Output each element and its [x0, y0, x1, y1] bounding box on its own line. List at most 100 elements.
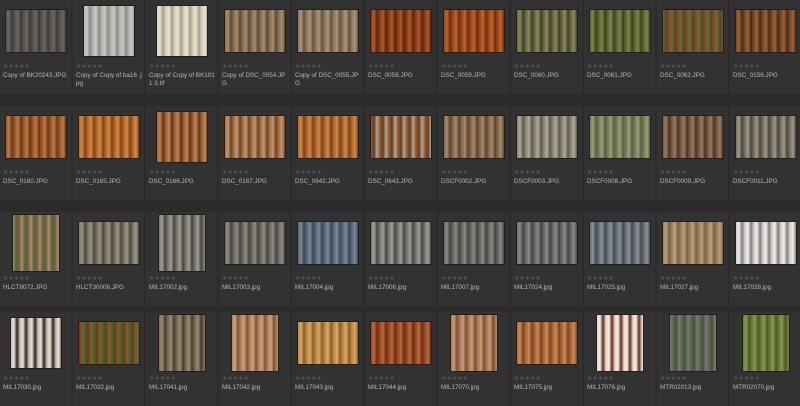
texture-thumbnail[interactable] [78, 116, 139, 158]
file-thumbnail-cell[interactable]: ★★★★★ MIL17070.jpg [438, 312, 509, 406]
texture-thumbnail[interactable] [742, 315, 789, 371]
thumbnail-frame[interactable] [73, 212, 144, 274]
thumbnail-frame[interactable] [657, 106, 728, 168]
star-rating[interactable]: ★★★★★ [295, 375, 322, 383]
texture-thumbnail[interactable] [589, 116, 650, 158]
thumbnail-frame[interactable] [73, 312, 144, 374]
thumbnail-frame[interactable] [657, 212, 728, 274]
thumbnail-frame[interactable] [365, 212, 436, 274]
thumbnail-frame[interactable] [438, 212, 509, 274]
thumbnail-frame[interactable] [730, 212, 800, 274]
texture-thumbnail[interactable] [370, 116, 431, 158]
star-rating[interactable]: ★★★★★ [368, 169, 395, 177]
texture-thumbnail[interactable] [5, 10, 66, 52]
star-rating[interactable]: ★★★★★ [222, 275, 249, 283]
thumbnail-frame[interactable] [657, 312, 728, 374]
star-rating[interactable]: ★★★★★ [222, 169, 249, 177]
file-thumbnail-cell[interactable]: ★★★★★ MIL17004.jpg [292, 212, 363, 306]
texture-thumbnail[interactable] [297, 116, 358, 158]
texture-thumbnail[interactable] [589, 222, 650, 264]
star-rating[interactable]: ★★★★★ [660, 63, 687, 71]
file-thumbnail-cell[interactable]: ★★★★★ MIL17006.jpg [365, 212, 436, 306]
file-thumbnail-cell[interactable]: ★★★★★ MIL17041.jpg [146, 312, 217, 406]
thumbnail-frame[interactable] [219, 312, 290, 374]
star-rating[interactable]: ★★★★★ [587, 63, 614, 71]
file-thumbnail-cell[interactable]: ★★★★★ MIL17028.jpg [730, 212, 800, 306]
file-thumbnail-cell[interactable]: ★★★★★ HLCT30008.JPG [73, 212, 144, 306]
texture-thumbnail[interactable] [596, 315, 643, 371]
star-rating[interactable]: ★★★★★ [587, 375, 614, 383]
file-thumbnail-cell[interactable]: ★★★★★ MTR02070.jpg [730, 312, 800, 406]
star-rating[interactable]: ★★★★★ [587, 169, 614, 177]
file-thumbnail-cell[interactable]: ★★★★★ MIL17007.jpg [438, 212, 509, 306]
star-rating[interactable]: ★★★★★ [76, 275, 103, 283]
thumbnail-frame[interactable] [511, 212, 582, 274]
star-rating[interactable]: ★★★★★ [660, 275, 687, 283]
file-thumbnail-cell[interactable]: ★★★★★ DSC_0643.JPG [365, 106, 436, 200]
star-rating[interactable]: ★★★★★ [514, 375, 541, 383]
thumbnail-frame[interactable] [511, 0, 582, 62]
file-thumbnail-cell[interactable]: ★★★★★ MTR02013.jpg [657, 312, 728, 406]
texture-thumbnail[interactable] [516, 222, 577, 264]
star-rating[interactable]: ★★★★★ [295, 275, 322, 283]
star-rating[interactable]: ★★★★★ [514, 169, 541, 177]
texture-thumbnail[interactable] [662, 10, 723, 52]
file-thumbnail-cell[interactable]: ★★★★★ Copy of DSC_0054.JPG [219, 0, 290, 94]
file-thumbnail-cell[interactable]: ★★★★★ DSC_0059.JPG [438, 0, 509, 94]
thumbnail-frame[interactable] [438, 312, 509, 374]
star-rating[interactable]: ★★★★★ [660, 169, 687, 177]
star-rating[interactable]: ★★★★★ [76, 169, 103, 177]
star-rating[interactable]: ★★★★★ [441, 375, 468, 383]
star-rating[interactable]: ★★★★★ [3, 63, 30, 71]
thumbnail-frame[interactable] [511, 106, 582, 168]
texture-thumbnail[interactable] [83, 6, 134, 56]
texture-thumbnail[interactable] [156, 6, 207, 56]
texture-thumbnail[interactable] [78, 222, 139, 264]
file-thumbnail-cell[interactable]: ★★★★★ HLCT8072.JPG [0, 212, 71, 306]
thumbnail-frame[interactable] [292, 212, 363, 274]
thumbnail-frame[interactable] [438, 0, 509, 62]
texture-thumbnail[interactable] [156, 112, 207, 162]
star-rating[interactable]: ★★★★★ [514, 63, 541, 71]
thumbnail-frame[interactable] [0, 312, 71, 374]
texture-thumbnail[interactable] [662, 116, 723, 158]
star-rating[interactable]: ★★★★★ [441, 169, 468, 177]
texture-thumbnail[interactable] [443, 222, 504, 264]
star-rating[interactable]: ★★★★★ [3, 275, 30, 283]
thumbnail-frame[interactable] [584, 106, 655, 168]
file-thumbnail-cell[interactable]: ★★★★★ DSC_0167.JPG [219, 106, 290, 200]
thumbnail-frame[interactable] [584, 312, 655, 374]
star-rating[interactable]: ★★★★★ [149, 375, 176, 383]
star-rating[interactable]: ★★★★★ [149, 275, 176, 283]
texture-thumbnail[interactable] [224, 10, 285, 52]
texture-thumbnail[interactable] [297, 222, 358, 264]
thumbnail-frame[interactable] [219, 212, 290, 274]
texture-thumbnail[interactable] [158, 315, 205, 371]
star-rating[interactable]: ★★★★★ [295, 63, 322, 71]
file-thumbnail-cell[interactable]: ★★★★★ MIL17003.jpg [219, 212, 290, 306]
texture-thumbnail[interactable] [450, 315, 497, 371]
thumbnail-frame[interactable] [146, 0, 217, 62]
file-thumbnail-cell[interactable]: ★★★★★ Copy of BK20243.JPG [0, 0, 71, 94]
thumbnail-frame[interactable] [511, 312, 582, 374]
star-rating[interactable]: ★★★★★ [149, 169, 176, 177]
thumbnail-frame[interactable] [292, 312, 363, 374]
texture-thumbnail[interactable] [516, 116, 577, 158]
texture-thumbnail[interactable] [370, 10, 431, 52]
file-thumbnail-cell[interactable]: ★★★★★ DSC_0156.JPG [730, 0, 800, 94]
thumbnail-frame[interactable] [219, 106, 290, 168]
thumbnail-frame[interactable] [0, 212, 71, 274]
texture-thumbnail[interactable] [158, 215, 205, 271]
thumbnail-frame[interactable] [0, 106, 71, 168]
texture-thumbnail[interactable] [12, 215, 59, 271]
star-rating[interactable]: ★★★★★ [368, 63, 395, 71]
file-thumbnail-cell[interactable]: ★★★★★ DSC_0061.JPG [584, 0, 655, 94]
texture-thumbnail[interactable] [78, 322, 139, 364]
star-rating[interactable]: ★★★★★ [368, 375, 395, 383]
texture-thumbnail[interactable] [735, 222, 796, 264]
texture-thumbnail[interactable] [735, 116, 796, 158]
texture-thumbnail[interactable] [735, 10, 796, 52]
file-thumbnail-cell[interactable]: ★★★★★ DSCF0008.JPG [584, 106, 655, 200]
file-thumbnail-cell[interactable]: ★★★★★ Copy of Copy of ba16 .jpg [73, 0, 144, 94]
thumbnail-frame[interactable] [0, 0, 71, 62]
